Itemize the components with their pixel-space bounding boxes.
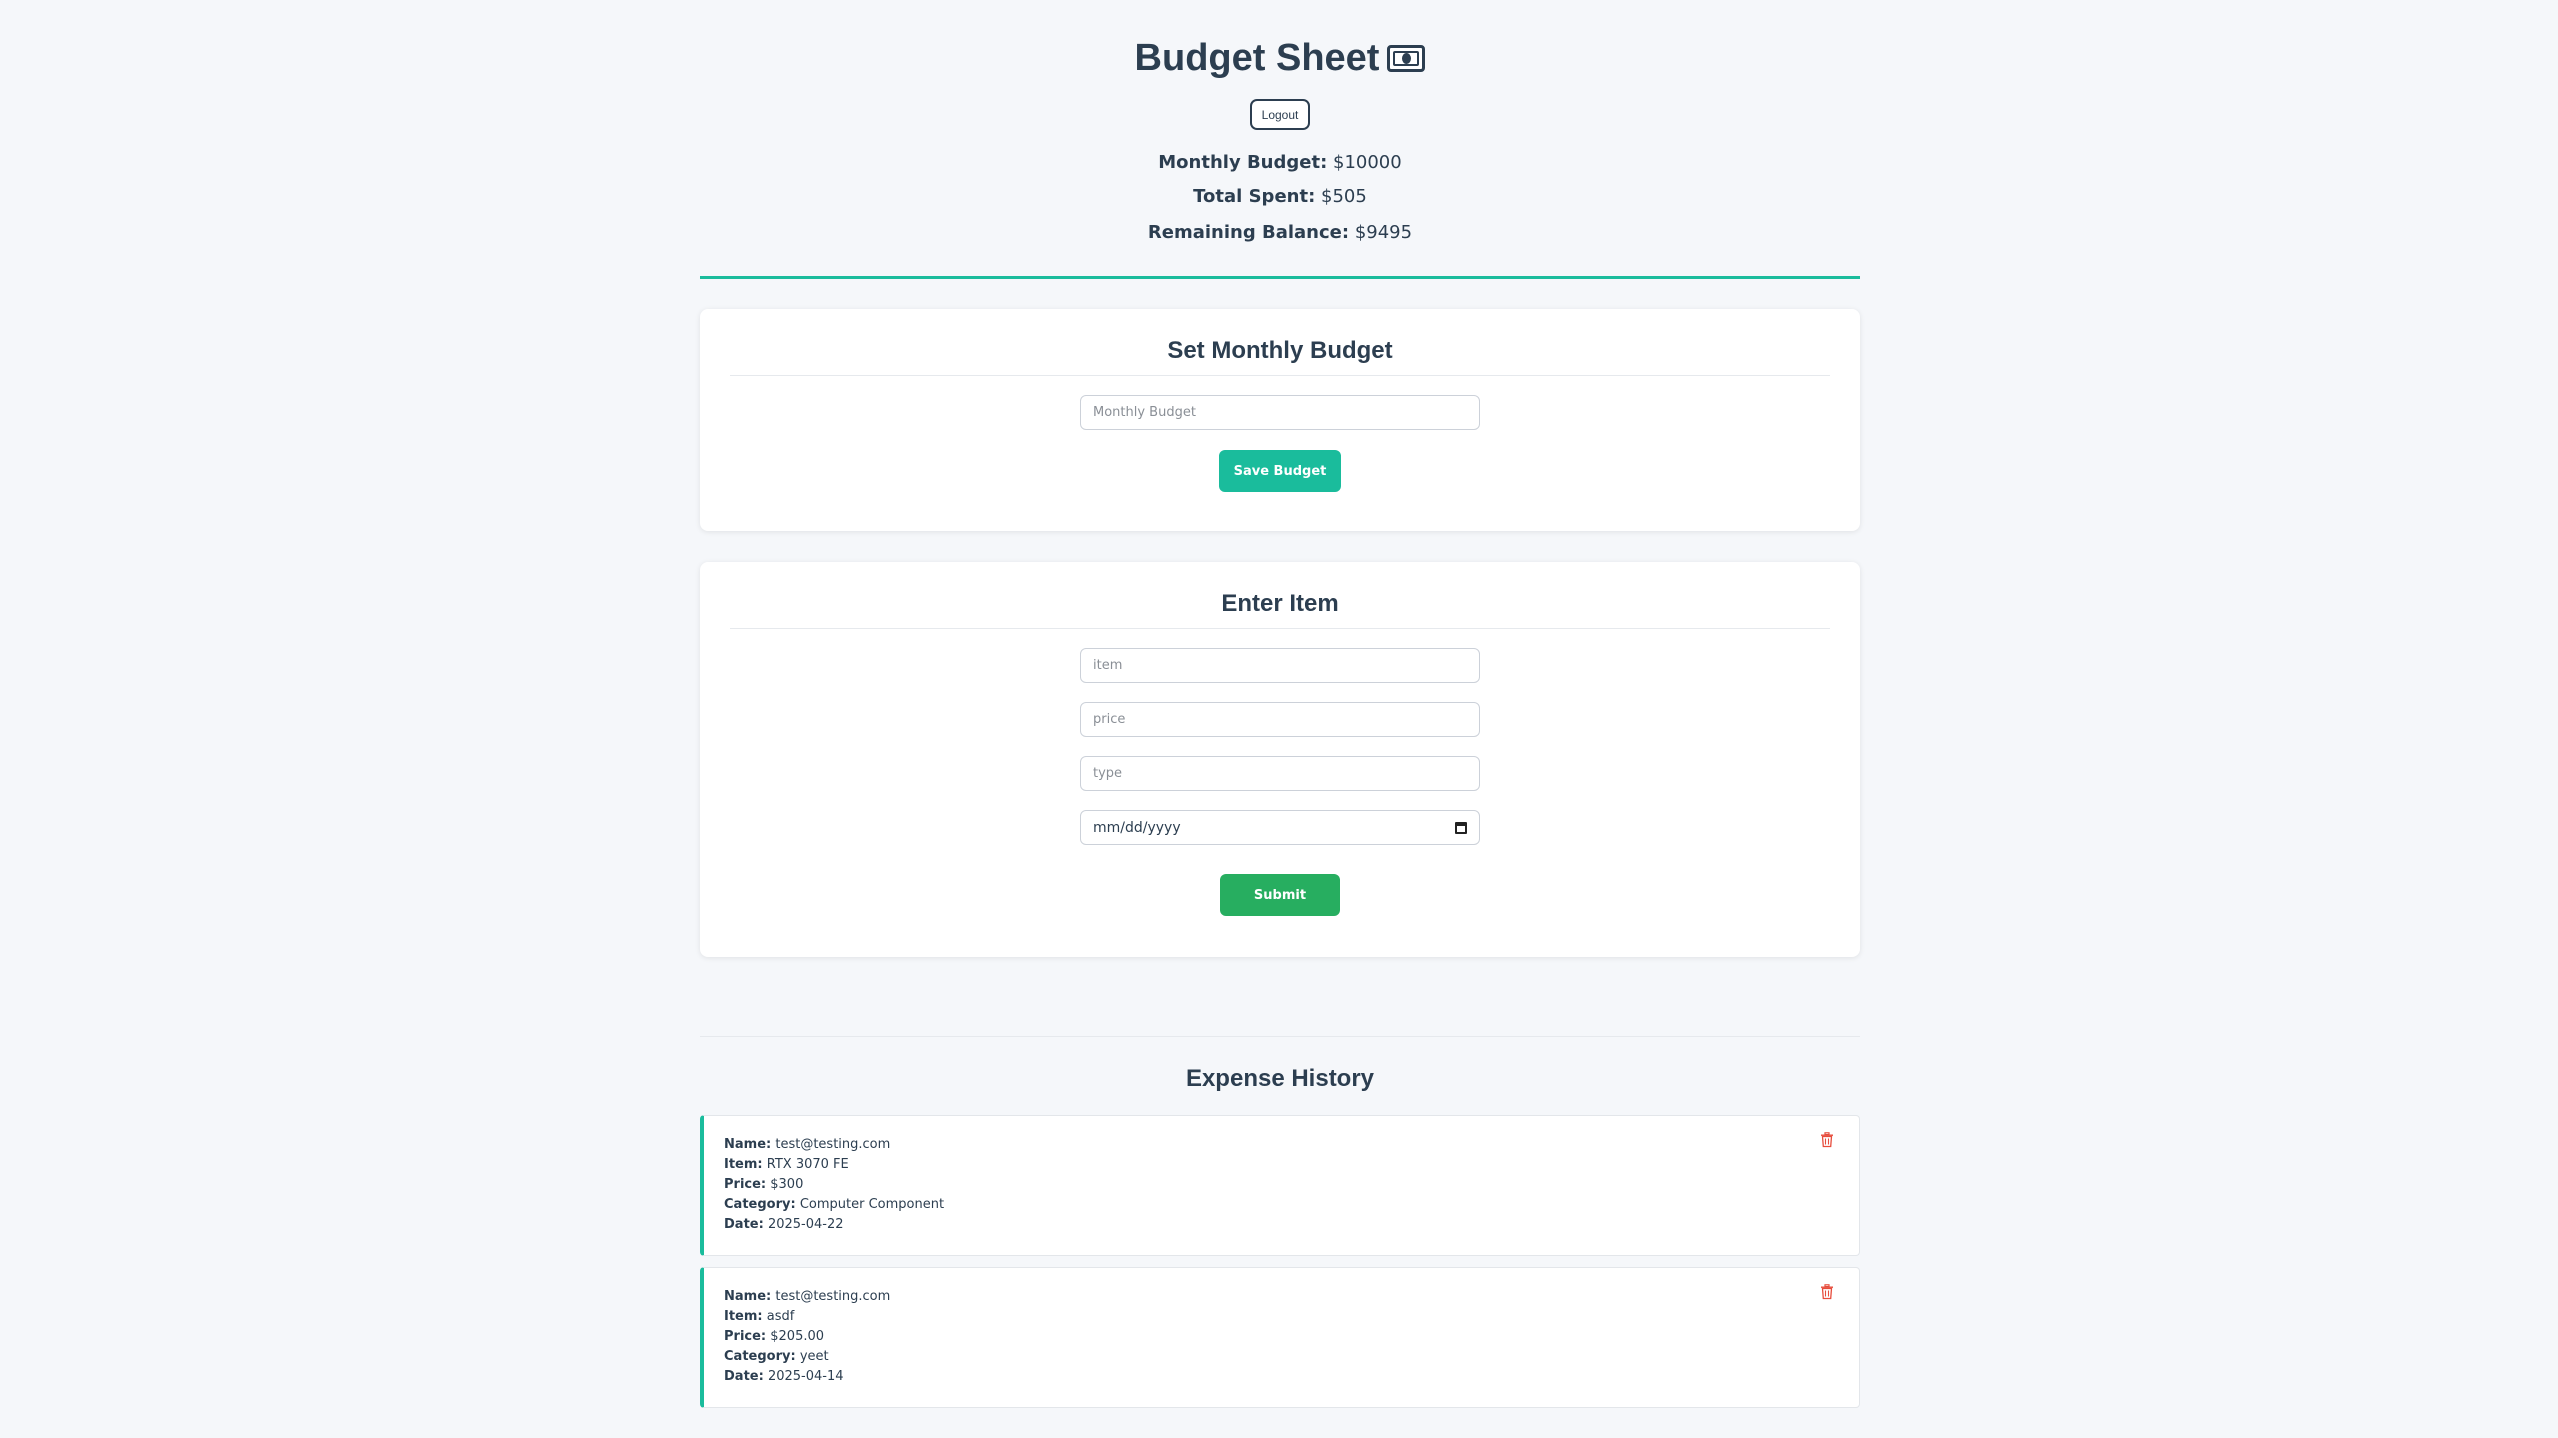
expense-price-label: Price:	[724, 1177, 767, 1192]
expense-category-label: Category:	[724, 1197, 796, 1212]
total-spent-value: $505	[1321, 186, 1367, 207]
expense-details: Name: test@testing.com Item: RTX 3070 FE…	[724, 1135, 944, 1235]
date-input[interactable]: mm/dd/yyyy	[1080, 810, 1480, 845]
enter-item-divider	[730, 628, 1830, 629]
expense-name-value: test@testing.com	[775, 1289, 891, 1304]
set-budget-card: Set Monthly Budget Save Budget	[700, 309, 1860, 531]
trash-icon	[1821, 1132, 1833, 1148]
header-divider	[700, 276, 1860, 279]
monthly-budget-label: Monthly Budget:	[1158, 152, 1328, 173]
expense-date-row: Date: 2025-04-22	[724, 1215, 944, 1235]
expense-category-value: Computer Component	[799, 1197, 945, 1212]
expense-name-label: Name:	[724, 1289, 772, 1304]
enter-item-title: Enter Item	[1221, 590, 1339, 617]
expense-name-row: Name: test@testing.com	[724, 1135, 944, 1155]
expense-category-row: Category: Computer Component	[724, 1195, 944, 1215]
expense-entry: Name: test@testing.com Item: asdf Price:…	[700, 1267, 1860, 1408]
expense-item-label: Item:	[724, 1157, 763, 1172]
expense-date-label: Date:	[724, 1217, 764, 1232]
logout-button[interactable]: Logout	[1250, 99, 1310, 130]
expense-price-value: $205.00	[770, 1329, 825, 1344]
total-spent-label: Total Spent:	[1193, 186, 1316, 207]
expense-date-value: 2025-04-22	[767, 1217, 844, 1232]
expense-item-label: Item:	[724, 1309, 763, 1324]
expense-category-label: Category:	[724, 1349, 796, 1364]
expense-price-value: $300	[770, 1177, 804, 1192]
expense-price-row: Price: $300	[724, 1175, 944, 1195]
set-budget-title: Set Monthly Budget	[1167, 337, 1393, 364]
expense-name-row: Name: test@testing.com	[724, 1287, 890, 1307]
item-input[interactable]	[1080, 648, 1480, 683]
page-title: Budget Sheet	[700, 34, 1860, 82]
expense-date-label: Date:	[724, 1369, 764, 1384]
set-budget-divider	[730, 375, 1830, 376]
remaining-balance-summary: Remaining Balance: $9495	[700, 220, 1860, 246]
total-spent-summary: Total Spent: $505	[700, 184, 1860, 210]
delete-expense-button[interactable]	[1817, 1282, 1837, 1302]
trash-icon	[1821, 1284, 1833, 1300]
expense-date-value: 2025-04-14	[767, 1369, 844, 1384]
expense-date-row: Date: 2025-04-14	[724, 1367, 890, 1387]
monthly-budget-summary: Monthly Budget: $10000	[700, 150, 1860, 176]
date-input-placeholder: mm/dd/yyyy	[1093, 819, 1181, 836]
delete-expense-button[interactable]	[1817, 1130, 1837, 1150]
monthly-budget-value: $10000	[1333, 152, 1402, 173]
expense-item-row: Item: RTX 3070 FE	[724, 1155, 944, 1175]
expense-category-value: yeet	[799, 1349, 829, 1364]
type-input[interactable]	[1080, 756, 1480, 791]
expense-item-value: RTX 3070 FE	[766, 1157, 849, 1172]
price-input[interactable]	[1080, 702, 1480, 737]
remaining-balance-value: $9495	[1354, 222, 1413, 243]
save-budget-button[interactable]: Save Budget	[1219, 450, 1341, 492]
money-bill-icon	[1387, 45, 1426, 72]
enter-item-card: Enter Item mm/dd/yyyy Submit	[700, 562, 1860, 957]
expense-name-label: Name:	[724, 1137, 772, 1152]
expense-price-row: Price: $205.00	[724, 1327, 890, 1347]
calendar-icon[interactable]	[1455, 821, 1467, 834]
remaining-balance-label: Remaining Balance:	[1147, 222, 1350, 243]
expense-item-value: asdf	[766, 1309, 795, 1324]
expense-history-title: Expense History	[1185, 1065, 1375, 1092]
history-divider	[700, 1036, 1860, 1037]
expense-name-value: test@testing.com	[775, 1137, 891, 1152]
expense-price-label: Price:	[724, 1329, 767, 1344]
monthly-budget-input[interactable]	[1080, 395, 1480, 430]
expense-entry: Name: test@testing.com Item: RTX 3070 FE…	[700, 1115, 1860, 1256]
submit-button[interactable]: Submit	[1220, 874, 1340, 916]
page-title-text: Budget Sheet	[1134, 37, 1380, 79]
expense-item-row: Item: asdf	[724, 1307, 890, 1327]
expense-details: Name: test@testing.com Item: asdf Price:…	[724, 1287, 890, 1387]
expense-category-row: Category: yeet	[724, 1347, 890, 1367]
